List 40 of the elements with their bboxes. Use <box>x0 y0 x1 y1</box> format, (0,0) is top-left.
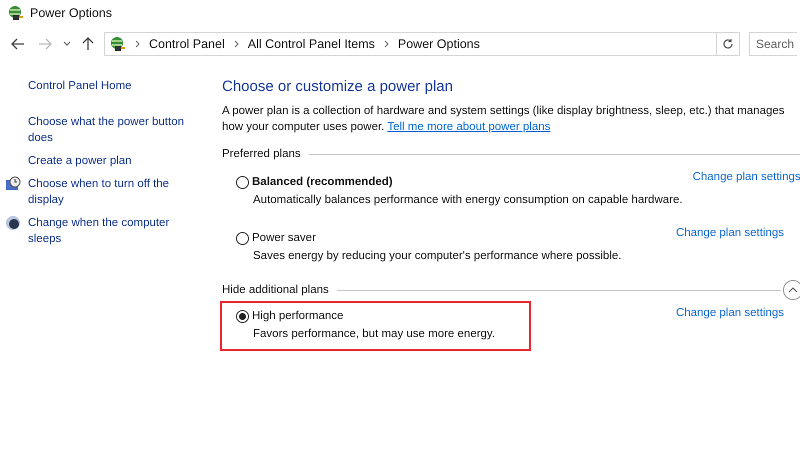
chevron-icon <box>135 40 140 48</box>
clock-monitor-icon <box>5 176 21 192</box>
plan-name: Power saver <box>252 232 316 244</box>
description-text: A power plan is a collection of hardware and system settings (like display brightness, sleep, etc.) that manages how your computer uses power. Tell me more about power plans <box>222 104 786 135</box>
sidebar-link[interactable]: Change when the computer sleeps <box>28 215 203 247</box>
chevron-icon <box>234 40 239 48</box>
power-plug-icon <box>6 4 24 22</box>
change-settings-link[interactable]: Change plan settings <box>676 227 784 239</box>
plan-description: Saves energy by reducing your computer's performance where possible. <box>253 249 622 264</box>
section-title: Preferred plans <box>222 148 301 160</box>
plan-name: Balanced (recommended) <box>252 176 393 188</box>
forward-arrow-icon <box>38 38 52 50</box>
breadcrumb[interactable]: All Control Panel Items <box>248 37 375 51</box>
collapse-button[interactable] <box>783 280 800 300</box>
window-title: Power Options <box>30 6 112 20</box>
moon-icon <box>5 215 21 231</box>
page-heading: Choose or customize a power plan <box>222 78 454 95</box>
chevron-up-icon <box>788 287 798 293</box>
radio-button[interactable] <box>236 232 249 244</box>
plan-name: High performance <box>252 310 344 322</box>
change-settings-link[interactable]: Change plan settings <box>676 307 784 319</box>
radio-button[interactable] <box>236 176 249 188</box>
help-link[interactable]: Tell me more about power plans <box>387 121 550 133</box>
back-arrow-icon <box>11 38 25 50</box>
search-field[interactable]: Search <box>749 32 797 56</box>
power-plug-icon <box>108 35 126 53</box>
sidebar-link[interactable]: Choose what the power button does <box>28 114 203 146</box>
sidebar-link[interactable]: Choose when to turn off the display <box>28 176 203 208</box>
radio-button[interactable] <box>236 310 249 322</box>
breadcrumb[interactable]: Power Options <box>398 37 480 51</box>
plan-description: Automatically balances performance with energy consumption on capable hardware. <box>253 193 683 208</box>
chevron-icon <box>384 40 389 48</box>
section-title: Hide additional plans <box>222 284 329 296</box>
address-bar[interactable]: Control Panel All Control Panel Items Power Options <box>104 32 740 56</box>
up-arrow-icon <box>82 37 94 51</box>
breadcrumb[interactable]: Control Panel <box>149 37 225 51</box>
sidebar-link[interactable]: Create a power plan <box>28 153 203 169</box>
plan-description: Favors performance, but may use more energy. <box>253 327 496 342</box>
sidebar-link[interactable]: Control Panel Home <box>28 78 203 94</box>
change-settings-link[interactable]: Change plan settings <box>692 171 800 183</box>
